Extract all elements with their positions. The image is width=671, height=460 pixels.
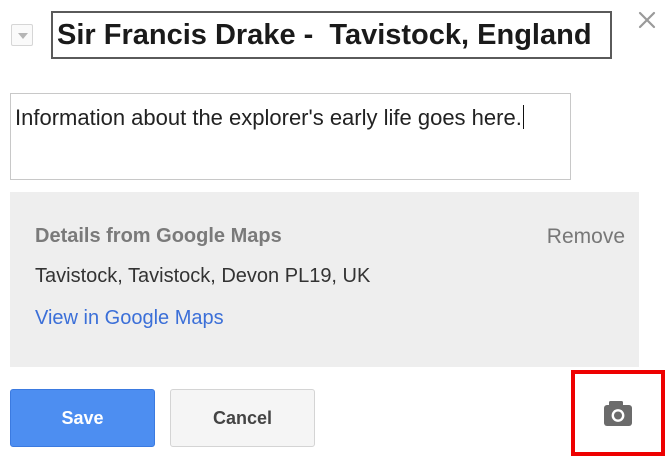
text-cursor bbox=[522, 105, 525, 129]
camera-icon bbox=[604, 401, 632, 426]
view-in-google-maps-link[interactable]: View in Google Maps bbox=[35, 307, 224, 330]
maps-details-panel: Details from Google Maps Remove Tavistoc… bbox=[10, 192, 639, 367]
cancel-button[interactable]: Cancel bbox=[170, 389, 315, 447]
title-input[interactable] bbox=[51, 11, 612, 59]
add-photo-button[interactable] bbox=[597, 399, 639, 429]
style-toggle-button[interactable] bbox=[11, 24, 33, 46]
close-button[interactable] bbox=[632, 5, 662, 35]
address-text: Tavistock, Tavistock, Devon PL19, UK bbox=[35, 265, 371, 287]
remove-link[interactable]: Remove bbox=[547, 225, 625, 249]
chevron-down-icon bbox=[18, 33, 28, 39]
details-heading: Details from Google Maps bbox=[35, 225, 282, 247]
description-text: Information about the explorer's early l… bbox=[15, 105, 522, 130]
photo-button-highlight bbox=[571, 370, 665, 456]
save-button[interactable]: Save bbox=[10, 389, 155, 447]
close-icon bbox=[638, 11, 656, 29]
description-textarea[interactable]: Information about the explorer's early l… bbox=[10, 93, 571, 180]
